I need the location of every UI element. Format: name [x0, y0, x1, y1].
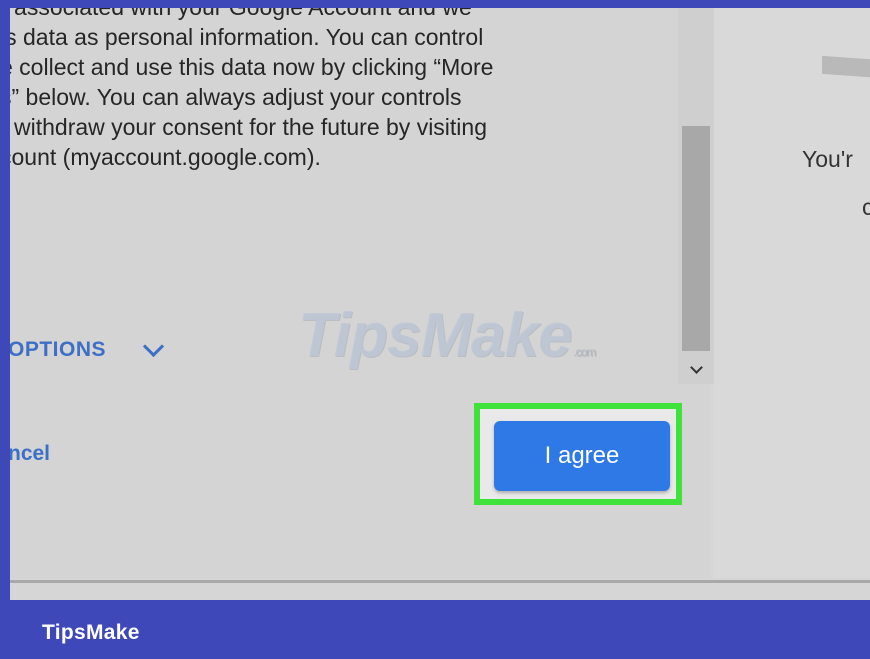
- consent-line: is data as personal information. You can…: [10, 24, 484, 50]
- consent-line: e collect and use this data now by click…: [10, 54, 494, 80]
- scrollbar-thumb[interactable]: [682, 126, 710, 351]
- consent-line: withdraw your consent for the future by …: [14, 114, 488, 140]
- right-panel-text-2: c: [862, 194, 870, 220]
- tutorial-frame: r associated with your Google Account an…: [0, 0, 870, 659]
- more-options-button[interactable]: OPTIONS: [10, 335, 165, 362]
- right-panel-text: You'r: [802, 146, 853, 172]
- consent-line: s” below. You can always adjust your con…: [10, 84, 462, 110]
- footer-brand-label: TipsMake: [42, 621, 140, 644]
- consent-line: r associated with your Google Account an…: [10, 8, 650, 22]
- consent-text: r associated with your Google Account an…: [10, 8, 650, 172]
- scroll-down-arrow-icon[interactable]: [682, 358, 710, 380]
- watermark-text: TipsMake: [298, 301, 572, 370]
- cancel-button[interactable]: ncel: [10, 442, 50, 466]
- watermark-logo: TipsMake .com: [298, 300, 596, 371]
- more-options-label: OPTIONS: [10, 338, 107, 361]
- chevron-down-icon: [142, 335, 165, 357]
- i-agree-button[interactable]: I agree: [494, 421, 670, 491]
- consent-line: count (myaccount.google.com).: [10, 144, 321, 170]
- arrow-glyph: [689, 360, 703, 374]
- consent-dialog: r associated with your Google Account an…: [10, 8, 710, 578]
- right-panel: [714, 8, 870, 578]
- watermark-suffix: .com: [573, 345, 596, 359]
- screenshot-area: r associated with your Google Account an…: [10, 8, 870, 600]
- bottom-divider: [10, 580, 870, 583]
